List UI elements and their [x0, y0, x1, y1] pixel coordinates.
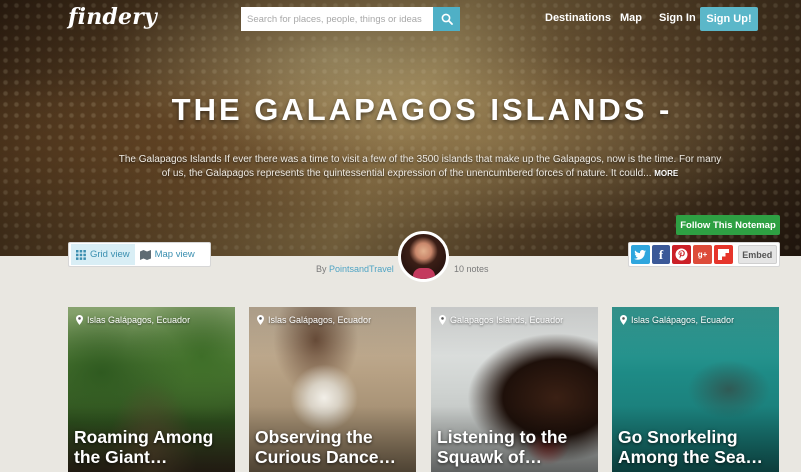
search-icon [441, 13, 453, 25]
card-location-label: Galapagos Islands, Ecuador [450, 315, 564, 325]
map-icon [139, 249, 151, 260]
card-title[interactable]: Listening to the Squawk of… [437, 427, 597, 467]
signup-button[interactable]: Sign Up! [700, 7, 758, 31]
nav-signin-link[interactable]: Sign In [659, 12, 696, 24]
facebook-share-button[interactable]: f [651, 245, 671, 264]
more-link[interactable]: MORE [654, 169, 678, 178]
card-title[interactable]: Go Snorkeling Among the Sea… [618, 427, 778, 467]
note-card[interactable]: Islas Galápagos, Ecuador Roaming Among t… [68, 307, 235, 472]
nav-destinations-link[interactable]: Destinations [545, 12, 611, 24]
location-pin-icon [76, 315, 83, 325]
follow-notemap-button[interactable]: Follow This Notemap [676, 215, 780, 235]
share-bar: f g+ Embed [628, 242, 780, 267]
location-pin-icon [439, 315, 446, 325]
location-pin-icon [257, 315, 264, 325]
twitter-icon [634, 249, 647, 260]
flipboard-icon [717, 249, 729, 260]
search-button[interactable] [433, 7, 460, 31]
flipboard-share-button[interactable] [713, 245, 733, 264]
top-nav: findery Destinations Map Sign In Sign Up… [0, 0, 801, 40]
grid-view-button[interactable]: Grid view [71, 244, 135, 265]
embed-button[interactable]: Embed [737, 245, 778, 264]
card-location: Islas Galápagos, Ecuador [257, 315, 371, 325]
note-card[interactable]: Galapagos Islands, Ecuador Listening to … [431, 307, 598, 472]
card-location-label: Islas Galápagos, Ecuador [631, 315, 735, 325]
notemap-title: THE GALAPAGOS ISLANDS - [171, 92, 673, 127]
author-byline: By PointsandTravel [316, 264, 394, 274]
by-label: By [316, 264, 327, 274]
pinterest-icon [675, 248, 688, 261]
grid-icon [76, 249, 86, 260]
card-title[interactable]: Roaming Among the Giant… [74, 427, 234, 467]
card-location: Islas Galápagos, Ecuador [620, 315, 734, 325]
card-location: Islas Galápagos, Ecuador [76, 315, 190, 325]
notemap-description: The Galapagos Islands If ever there was … [118, 153, 722, 180]
card-title[interactable]: Observing the Curious Dance… [255, 427, 415, 467]
card-location-label: Islas Galápagos, Ecuador [87, 315, 191, 325]
card-location: Galapagos Islands, Ecuador [439, 315, 563, 325]
facebook-icon: f [658, 246, 664, 262]
grid-view-label: Grid view [90, 249, 130, 260]
view-toggle: Grid view Map view [68, 242, 211, 267]
note-card[interactable]: Islas Galápagos, Ecuador Observing the C… [249, 307, 416, 472]
pinterest-share-button[interactable] [672, 245, 692, 264]
author-link[interactable]: PointsandTravel [329, 264, 394, 274]
googleplus-share-button[interactable]: g+ [693, 245, 712, 264]
findery-logo[interactable]: findery [68, 4, 157, 30]
author-avatar[interactable] [398, 231, 449, 282]
notes-count: 10 notes [454, 264, 489, 274]
twitter-share-button[interactable] [631, 245, 650, 264]
map-view-label: Map view [154, 249, 195, 260]
location-pin-icon [620, 315, 627, 325]
description-text: The Galapagos Islands If ever there was … [118, 154, 722, 179]
search-input[interactable] [241, 7, 433, 31]
nav-map-link[interactable]: Map [620, 12, 642, 24]
googleplus-icon: g+ [697, 250, 708, 259]
card-location-label: Islas Galápagos, Ecuador [268, 315, 372, 325]
map-view-button[interactable]: Map view [135, 244, 200, 265]
note-card[interactable]: Islas Galápagos, Ecuador Go Snorkeling A… [612, 307, 779, 472]
